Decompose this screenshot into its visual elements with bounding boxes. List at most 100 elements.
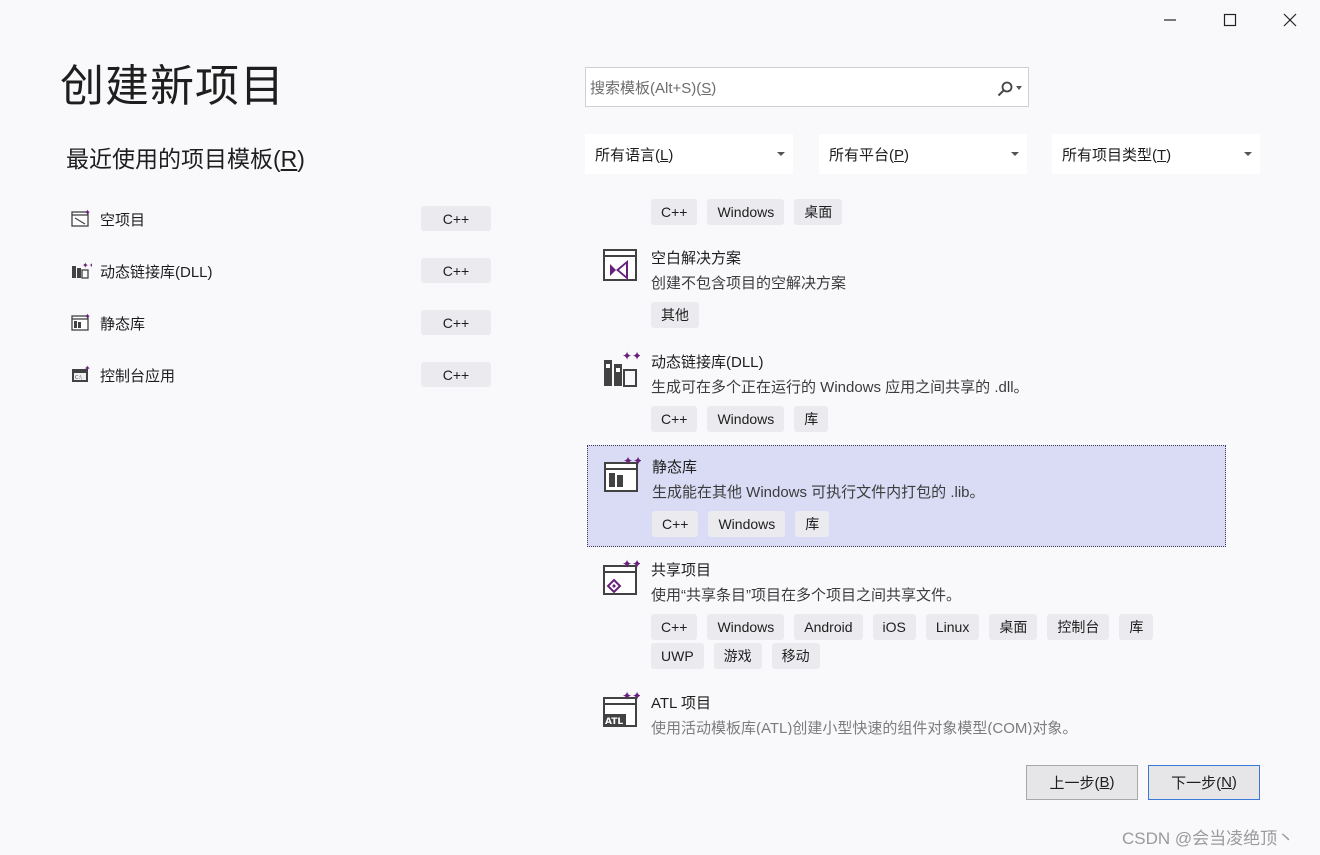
minimize-icon: [1164, 19, 1176, 21]
visual-studio-solution-icon: [603, 249, 637, 281]
tag: 控制台: [1047, 614, 1110, 640]
recent-item-tag: C++: [421, 258, 491, 283]
template-name: 静态库: [652, 459, 698, 476]
tag: C++: [651, 199, 698, 225]
dll-icon: ✦✦: [72, 261, 92, 279]
tag: C++: [651, 614, 698, 640]
search-access-key: S: [701, 80, 712, 97]
tag: Linux: [925, 614, 980, 640]
tag: 移动: [771, 643, 820, 669]
tag: 桌面: [794, 199, 843, 225]
recent-item-static-library[interactable]: ✦ 静态库 C++: [66, 306, 491, 340]
project-type-filter-label: 所有项目类型(T): [1062, 146, 1172, 164]
tag: Windows: [707, 406, 785, 432]
back-access-key: B: [1099, 774, 1110, 791]
project-type-filter-dropdown[interactable]: 所有项目类型(T): [1052, 134, 1260, 174]
svg-text:✦: ✦: [84, 364, 91, 373]
dll-icon: ✦✦: [604, 350, 640, 387]
template-tags: C++ Windows 库: [652, 511, 1212, 540]
search-icon[interactable]: [996, 80, 1014, 98]
tag: 库: [795, 511, 830, 537]
template-description: 生成可在多个正在运行的 Windows 应用之间共享的 .dll。: [651, 379, 1029, 396]
next-button[interactable]: 下一步(N): [1148, 765, 1260, 800]
recent-item-label: 动态链接库(DLL): [100, 263, 213, 281]
atl-project-icon: ATL ✦✦: [603, 690, 640, 727]
recent-item-empty-project[interactable]: ✦ 空项目 C++: [66, 202, 491, 236]
svg-text:✦✦: ✦✦: [622, 350, 640, 363]
page-title: 创建新项目: [60, 62, 285, 111]
template-list[interactable]: C++ Windows 桌面 空白解决方案 创建不包含项目的空解决方案 其他 ✦✦ …: [586, 190, 1236, 735]
back-button-label: 上一步(: [1049, 775, 1100, 792]
recent-item-label: 静态库: [100, 315, 146, 333]
recent-item-tag: C++: [421, 206, 491, 231]
recent-item-console-app[interactable]: C:\ ✦ 控制台应用 C++: [66, 358, 491, 392]
recent-item-tag: C++: [421, 310, 491, 335]
template-item-shared-project[interactable]: ✦✦ 共享项目 使用“共享条目”项目在多个项目之间共享文件。 C++ Window…: [586, 550, 1226, 676]
template-description: 生成能在其他 Windows 可执行文件内打包的 .lib。: [652, 484, 985, 501]
recent-item-label: 控制台应用: [100, 367, 176, 385]
template-tags: C++ Windows 库: [651, 406, 1211, 435]
tag: 其他: [651, 302, 699, 328]
chevron-down-icon: [777, 152, 785, 156]
search-input[interactable]: 搜索模板(Alt+S)(S): [590, 77, 980, 99]
search-dropdown-caret-icon[interactable]: [1016, 86, 1022, 90]
tag: Windows: [707, 614, 785, 640]
template-tags: C++ Windows 桌面: [651, 199, 1211, 228]
close-icon: [1283, 13, 1297, 27]
chevron-down-icon: [1244, 152, 1252, 156]
tag: 库: [794, 406, 829, 432]
recent-item-tag: C++: [421, 362, 491, 387]
svg-text:C:\: C:\: [75, 375, 82, 381]
recent-templates-title: 最近使用的项目模板(R): [66, 140, 305, 174]
back-button[interactable]: 上一步(B): [1026, 765, 1138, 800]
close-button[interactable]: [1260, 0, 1320, 40]
minimize-button[interactable]: [1140, 0, 1200, 40]
template-item-dll[interactable]: ✦✦ 动态链接库(DLL) 生成可在多个正在运行的 Windows 应用之间共享…: [586, 342, 1226, 438]
template-item-partial[interactable]: C++ Windows 桌面: [586, 190, 1226, 230]
search-box[interactable]: 搜索模板(Alt+S)(S): [585, 67, 1029, 107]
tag: 库: [1119, 614, 1154, 640]
template-item-atl-project[interactable]: ATL ✦✦ ATL 项目 使用活动模板库(ATL)创建小型快速的组件对象模型(…: [586, 682, 1226, 735]
tag: Android: [794, 614, 863, 640]
svg-text:✦✦: ✦✦: [623, 455, 641, 468]
shared-project-icon: ✦✦: [603, 558, 640, 595]
platform-filter-label: 所有平台(P): [829, 146, 910, 164]
svg-text:ATL: ATL: [605, 717, 623, 727]
watermark: CSDN @会当凌绝顶丶: [1122, 829, 1295, 848]
tag: 游戏: [713, 643, 762, 669]
platform-filter-dropdown[interactable]: 所有平台(P): [819, 134, 1027, 174]
recent-item-label: 空项目: [100, 211, 146, 229]
template-name: 共享项目: [651, 562, 712, 579]
static-library-icon: ✦: [71, 312, 91, 331]
svg-text:✦✦: ✦✦: [82, 261, 92, 270]
template-item-blank-solution[interactable]: 空白解决方案 创建不包含项目的空解决方案 其他: [586, 238, 1226, 334]
maximize-button[interactable]: [1200, 0, 1260, 40]
language-filter-label: 所有语言(L): [595, 146, 674, 164]
template-tags: C++ Windows Android iOS Linux 桌面 控制台库 UWP 游戏 移动: [651, 614, 1211, 672]
empty-project-icon: ✦: [71, 208, 91, 227]
tag: UWP: [651, 643, 704, 669]
next-access-key: N: [1221, 774, 1232, 791]
template-description: 创建不包含项目的空解决方案: [651, 275, 847, 292]
recent-title-text: 最近使用的项目模板(: [66, 146, 281, 172]
search-placeholder: 搜索模板(Alt+S)(: [590, 80, 702, 97]
svg-text:✦: ✦: [84, 312, 91, 321]
chevron-down-icon: [1011, 152, 1019, 156]
tag: Windows: [708, 511, 786, 537]
template-description: 使用活动模板库(ATL)创建小型快速的组件对象模型(COM)对象。: [651, 720, 1078, 735]
tag: iOS: [872, 614, 916, 640]
svg-text:✦: ✦: [84, 208, 91, 217]
search-placeholder-end: ): [711, 80, 717, 97]
maximize-icon: [1223, 13, 1237, 27]
template-name: ATL 项目: [651, 695, 712, 712]
recent-title-access-key: R: [280, 146, 298, 172]
language-filter-dropdown[interactable]: 所有语言(L): [585, 134, 793, 174]
svg-text:✦✦: ✦✦: [622, 558, 640, 571]
template-tags: 其他: [651, 302, 1211, 331]
tag: Windows: [707, 199, 785, 225]
tag: 桌面: [989, 614, 1038, 640]
recent-item-dll[interactable]: ✦✦ 动态链接库(DLL) C++: [66, 254, 491, 288]
back-button-end: ): [1109, 774, 1115, 791]
template-item-static-library[interactable]: ✦✦ 静态库 生成能在其他 Windows 可执行文件内打包的 .lib。 C+…: [587, 445, 1226, 547]
console-app-icon: C:\ ✦: [72, 364, 91, 382]
